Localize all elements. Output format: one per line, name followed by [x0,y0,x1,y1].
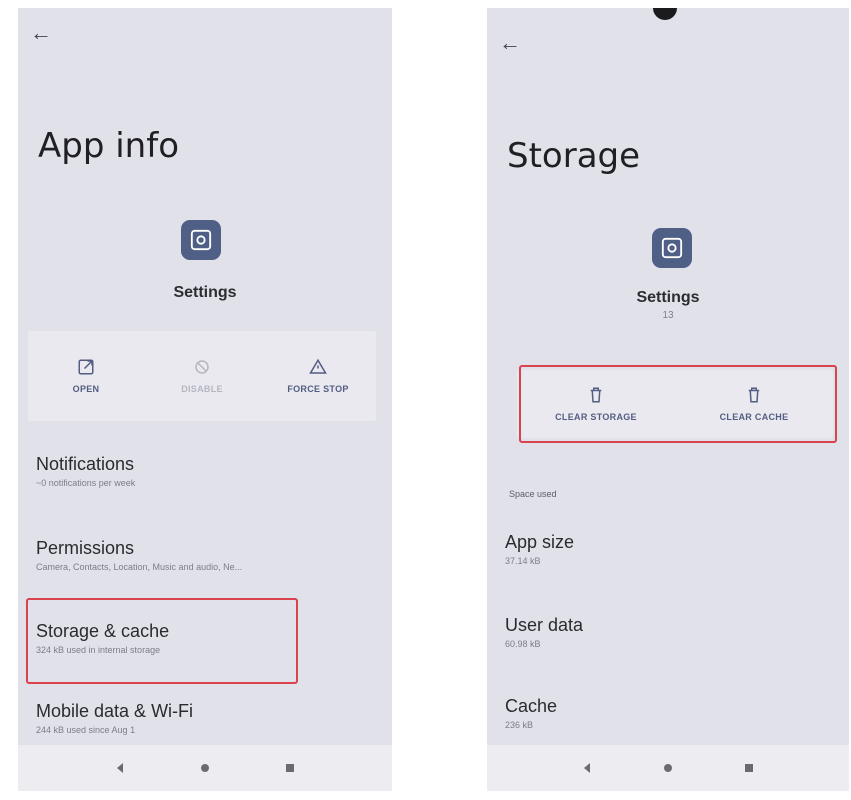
gear-icon [661,237,683,259]
item-value: 236 kB [505,720,534,730]
clear-storage-button[interactable]: CLEAR STORAGE [517,370,675,438]
app-version: 13 [662,310,674,321]
item-title: Cache [505,696,558,716]
gear-icon [190,229,212,251]
nav-recents-icon[interactable] [278,756,302,780]
notifications-item[interactable]: Notifications ~0 notifications per week [36,454,380,488]
item-subtitle: ~0 notifications per week [36,478,136,488]
nav-back-icon[interactable] [575,756,599,780]
open-external-icon [78,359,94,375]
page-title: Storage [507,136,641,176]
disable-button[interactable]: DISABLE [144,331,260,421]
nav-home-icon[interactable] [193,756,217,780]
settings-app-icon [181,220,221,260]
trash-icon [590,387,602,403]
trash-icon [748,387,760,403]
disable-label: DISABLE [181,384,223,394]
clear-storage-label: CLEAR STORAGE [555,412,637,422]
disable-icon [195,360,209,374]
item-title: Permissions [36,538,135,558]
item-title: Notifications [36,454,135,474]
app-name: Settings [636,289,700,306]
settings-app-icon [652,228,692,268]
clear-cache-button[interactable]: CLEAR CACHE [675,370,833,438]
nav-home-icon[interactable] [656,756,680,780]
item-value: 37.14 kB [505,556,541,566]
action-bar: CLEAR STORAGE CLEAR CACHE [517,370,833,438]
open-button[interactable]: OPEN [28,331,144,421]
action-bar: OPEN DISABLE FORCE STOP [28,331,376,421]
warning-icon [309,358,327,374]
item-title: Storage & cache [36,621,170,641]
navigation-bar [18,745,392,791]
nav-recents-icon[interactable] [737,756,761,780]
item-title: User data [505,615,584,635]
open-label: OPEN [72,384,100,394]
app-name: Settings [173,284,237,301]
item-subtitle: 324 kB used in internal storage [36,645,161,655]
camera-cutout [653,8,677,20]
force-stop-label: FORCE STOP [287,384,349,394]
permissions-item[interactable]: Permissions Camera, Contacts, Location, … [36,538,380,572]
app-info-screen: ← App info Settings OPEN DISABLE FORCE S… [18,8,392,791]
item-subtitle: 244 kB used since Aug 1 [36,725,136,735]
storage-cache-item[interactable]: Storage & cache 324 kB used in internal … [36,621,380,655]
clear-cache-label: CLEAR CACHE [719,412,789,422]
force-stop-button[interactable]: FORCE STOP [260,331,376,421]
storage-screen: ← Storage Settings 13 CLEAR STORAGE CLEA… [487,8,849,791]
mobile-data-item[interactable]: Mobile data & Wi-Fi 244 kB used since Au… [36,701,380,735]
item-title: Mobile data & Wi-Fi [36,701,194,721]
item-title: App size [505,532,575,552]
user-data-item: User data 60.98 kB [505,615,837,649]
section-header: Space used [509,489,557,499]
item-subtitle: Camera, Contacts, Location, Music and au… [36,562,243,572]
page-title: App info [38,126,179,166]
back-arrow-icon[interactable]: ← [499,32,521,54]
item-value: 60.98 kB [505,639,541,649]
cache-item: Cache 236 kB [505,696,837,730]
navigation-bar [487,745,849,791]
nav-back-icon[interactable] [108,756,132,780]
back-arrow-icon[interactable]: ← [30,22,52,44]
app-size-item: App size 37.14 kB [505,532,837,566]
